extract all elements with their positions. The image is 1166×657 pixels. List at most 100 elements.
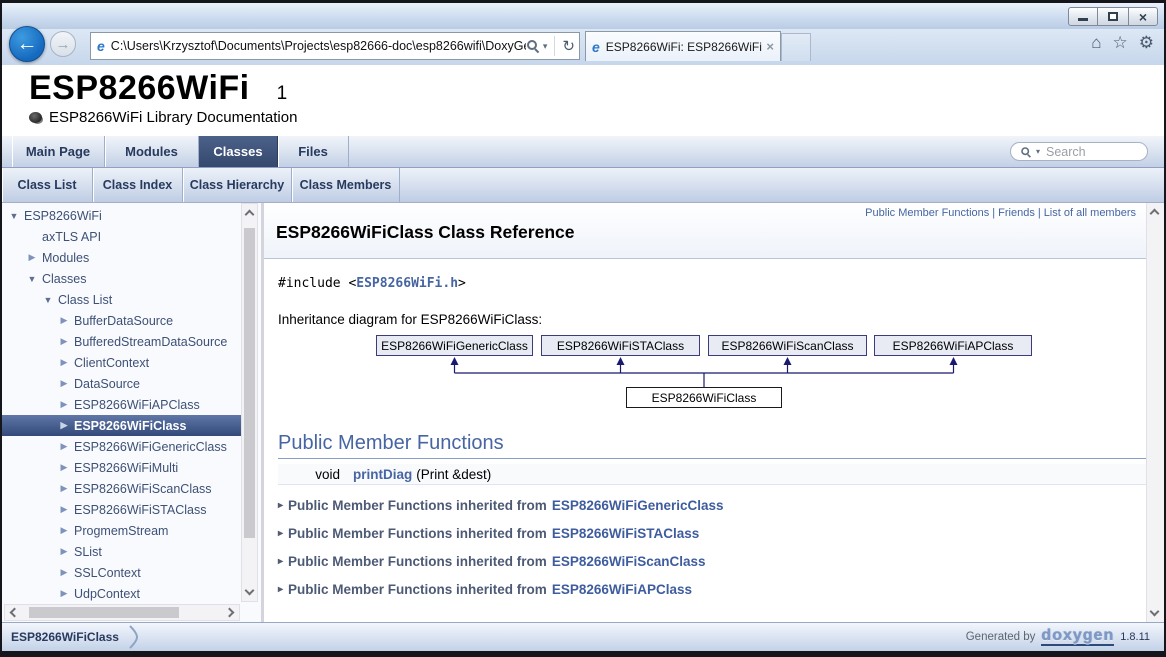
inherited-section-apclass[interactable]: ▸Public Member Functions inherited fromE… [278, 582, 1146, 597]
expand-arrow-icon[interactable]: ▶ [59, 420, 69, 431]
chevron-down-icon[interactable]: ▾ [1036, 147, 1040, 156]
sidebar-item-axtls-api[interactable]: axTLS API [2, 226, 242, 247]
sidebar-item-esp8266wifi[interactable]: ▼ ESP8266WiFi [2, 205, 242, 226]
nav-tree-panel: ▼ ESP8266WiFi axTLS API ▶Modules ▼Classes… [2, 203, 264, 622]
forward-button[interactable]: → [50, 31, 76, 57]
scrollbar-thumb[interactable] [244, 228, 255, 538]
summary-link-all-members[interactable]: List of all members [1044, 207, 1136, 219]
sidebar-item-bufferedstreamdatasource[interactable]: ▶ BufferedStreamDataSource [2, 331, 242, 352]
expand-arrow-icon[interactable]: ▶ [59, 441, 69, 452]
sidebar-item-clientcontext[interactable]: ▶ClientContext [2, 352, 242, 373]
back-icon: ← [17, 32, 38, 56]
sidebar-item-label: UdpContext [74, 587, 140, 601]
inherited-section-genericclass[interactable]: ▸Public Member Functions inherited fromE… [278, 498, 1146, 513]
member-link-printdiag[interactable]: printDiag [353, 467, 412, 482]
scroll-left-icon[interactable] [10, 608, 20, 618]
class-link-esp8266wifiapclass[interactable]: ESP8266WiFiAPClass [552, 582, 692, 597]
expand-arrow-icon[interactable]: ▶ [59, 462, 69, 473]
maximize-button[interactable] [1098, 7, 1128, 26]
sidebar-item-label: ESP8266WiFi [24, 209, 102, 223]
diagram-node-esp8266wifistaclass[interactable]: ESP8266WiFiSTAClass [541, 335, 700, 356]
sidebar-item-udpcontext[interactable]: ▶ UdpContext [2, 583, 242, 604]
expand-arrow-icon[interactable]: ▶ [59, 336, 69, 347]
scroll-right-icon[interactable] [225, 608, 235, 618]
expand-arrow-icon[interactable]: ▶ [59, 567, 69, 578]
sidebar-item-label: ESP8266WiFiClass [74, 419, 186, 433]
sidebar-item-bufferdatasource[interactable]: ▶BufferDataSource [2, 310, 242, 331]
scroll-up-icon[interactable] [1150, 209, 1160, 219]
close-button[interactable]: × [1128, 7, 1158, 26]
diagram-node-esp8266wifiapclass[interactable]: ESP8266WiFiAPClass [874, 335, 1032, 356]
content-vertical-scrollbar[interactable] [1146, 203, 1164, 622]
address-bar[interactable]: e C:\Users\Krzysztof\Documents\Projects\… [90, 32, 580, 60]
breadcrumb-link-esp8266wificlass[interactable]: ESP8266WiFiClass [11, 630, 119, 644]
sidebar-item-datasource[interactable]: ▶DataSource [2, 373, 242, 394]
collapse-arrow-icon[interactable]: ▼ [9, 211, 19, 221]
expand-arrow-icon[interactable]: ▶ [59, 588, 69, 599]
expand-arrow-icon[interactable]: ▶ [59, 315, 69, 326]
tab-close-icon[interactable]: × [766, 39, 774, 54]
summary-link-public-member-functions[interactable]: Public Member Functions [865, 207, 989, 219]
new-tab-button[interactable] [781, 33, 811, 61]
sidebar-item-label: BufferedStreamDataSource [74, 335, 227, 349]
inherited-section-scanclass[interactable]: ▸Public Member Functions inherited fromE… [278, 554, 1146, 569]
tab-class-hierarchy[interactable]: Class Hierarchy [183, 168, 292, 202]
search-input[interactable]: ▾ Search [1010, 142, 1148, 161]
scrollbar-thumb[interactable] [29, 607, 179, 618]
search-placeholder: Search [1046, 145, 1086, 159]
favorites-star-icon[interactable]: ☆ [1113, 33, 1128, 53]
class-link-esp8266wifistaclass[interactable]: ESP8266WiFiSTAClass [552, 526, 699, 541]
tab-modules[interactable]: Modules [105, 136, 199, 167]
sidebar-item-classes[interactable]: ▼Classes [2, 268, 242, 289]
expand-arrow-icon[interactable]: ▶ [59, 357, 69, 368]
sidebar-item-modules[interactable]: ▶Modules [2, 247, 242, 268]
expand-arrow-icon[interactable]: ▶ [59, 525, 69, 536]
expand-arrow-icon[interactable]: ▶ [59, 504, 69, 515]
sidebar-item-esp8266wifimulti[interactable]: ▶ESP8266WiFiMulti [2, 457, 242, 478]
scroll-down-icon[interactable] [245, 586, 255, 596]
tab-classes[interactable]: Classes [199, 136, 278, 167]
class-link-esp8266wifigenericclass[interactable]: ESP8266WiFiGenericClass [552, 498, 724, 513]
tab-class-index[interactable]: Class Index [93, 168, 183, 202]
sidebar-item-esp8266wifiapclass[interactable]: ▶ESP8266WiFiAPClass [2, 394, 242, 415]
sidebar-item-esp8266wifistaclass[interactable]: ▶ESP8266WiFiSTAClass [2, 499, 242, 520]
tab-files[interactable]: Files [278, 136, 349, 167]
expand-arrow-icon[interactable]: ▶ [59, 546, 69, 557]
scroll-down-icon[interactable] [1150, 607, 1160, 617]
expand-arrow-icon[interactable]: ▶ [59, 483, 69, 494]
sidebar-item-esp8266wificlass-selected[interactable]: ▶ ESP8266WiFiClass [2, 415, 242, 436]
refresh-icon[interactable]: ↻ [562, 37, 575, 55]
browser-tab[interactable]: e ESP8266WiFi: ESP8266WiFi... × [585, 31, 781, 61]
expand-arrow-icon[interactable]: ▶ [27, 252, 37, 263]
settings-gear-icon[interactable]: ⚙ [1139, 33, 1154, 53]
expand-arrow-icon[interactable]: ▶ [59, 378, 69, 389]
include-file-link[interactable]: ESP8266WiFi.h [356, 276, 458, 291]
tab-class-list[interactable]: Class List [2, 168, 93, 202]
tab-main-page[interactable]: Main Page [12, 136, 105, 167]
sidebar-item-class-list[interactable]: ▼Class List [2, 289, 242, 310]
collapse-arrow-icon[interactable]: ▼ [27, 274, 37, 284]
sidebar-vertical-scrollbar[interactable] [241, 203, 258, 602]
doxygen-logo[interactable]: doxygen [1041, 628, 1114, 647]
home-icon[interactable]: ⌂ [1091, 33, 1101, 53]
back-button[interactable]: ← [9, 26, 45, 62]
sidebar-item-progmemstream[interactable]: ▶ProgmemStream [2, 520, 242, 541]
minimize-icon [1078, 18, 1088, 21]
inherited-section-staclass[interactable]: ▸Public Member Functions inherited fromE… [278, 526, 1146, 541]
minimize-button[interactable] [1068, 7, 1098, 26]
summary-link-friends[interactable]: Friends [998, 207, 1035, 219]
scroll-up-icon[interactable] [245, 210, 255, 220]
diagram-node-esp8266wifigenericclass[interactable]: ESP8266WiFiGenericClass [376, 335, 533, 356]
sidebar-item-sslcontext[interactable]: ▶SSLContext [2, 562, 242, 583]
collapse-arrow-icon[interactable]: ▼ [43, 295, 53, 305]
tab-class-members[interactable]: Class Members [292, 168, 400, 202]
expand-arrow-icon[interactable]: ▶ [59, 399, 69, 410]
diagram-node-esp8266wifiscanclass[interactable]: ESP8266WiFiScanClass [708, 335, 867, 356]
sidebar-item-slist[interactable]: ▶SList [2, 541, 242, 562]
chevron-down-icon[interactable]: ▾ [543, 41, 548, 52]
sidebar-item-esp8266wifiscanclass[interactable]: ▶ESP8266WiFiScanClass [2, 478, 242, 499]
class-link-esp8266wifiscanclass[interactable]: ESP8266WiFiScanClass [552, 554, 706, 569]
sidebar-item-esp8266wifigenericclass[interactable]: ▶ESP8266WiFiGenericClass [2, 436, 242, 457]
search-icon[interactable] [526, 39, 540, 53]
sidebar-horizontal-scrollbar[interactable] [4, 604, 240, 621]
